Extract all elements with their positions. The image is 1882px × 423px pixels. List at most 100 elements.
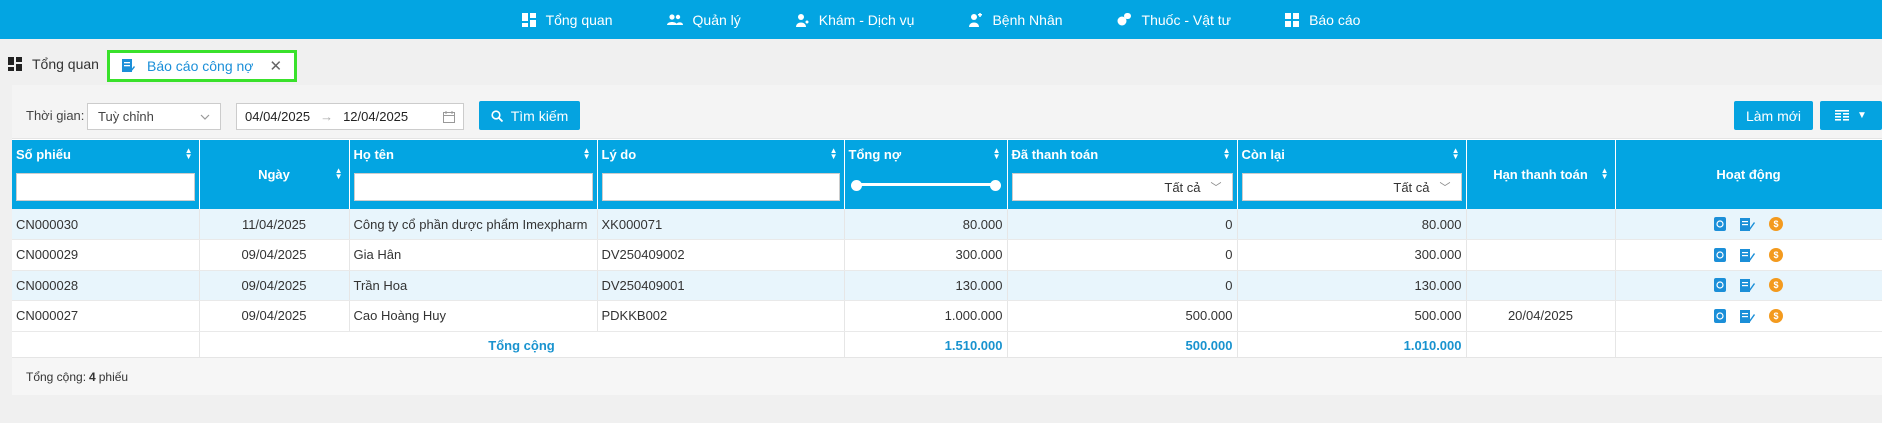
sort-icon[interactable]: ▲ ▼ <box>185 147 193 161</box>
footer-prefix: Tổng cộng: <box>26 369 87 384</box>
nav-label: Báo cáo <box>1309 11 1361 28</box>
header-label: Hoạt động <box>1716 167 1781 182</box>
sort-icon[interactable]: ▲ ▼ <box>1223 147 1231 161</box>
table-body: CN000030 11/04/2025 Công ty cổ phần dược… <box>12 209 1882 360</box>
slider-min-handle[interactable] <box>850 180 862 191</box>
refresh-button[interactable]: Làm mới <box>1734 101 1813 130</box>
tab-debt-report[interactable]: Báo cáo công nợ ✕ <box>107 50 298 82</box>
col-header-reason[interactable]: Lý do ▲ ▼ <box>597 140 845 209</box>
cell-total: 80.000 <box>844 209 1008 240</box>
date-to[interactable]: 12/04/2025 <box>343 109 408 124</box>
col-header-due[interactable]: Hạn thanh toán ▲ ▼ <box>1466 140 1616 209</box>
users-icon <box>666 13 683 25</box>
table-footer: Tổng cộng: 4 phiếu <box>12 357 1882 395</box>
header-label: Lý do <box>601 147 637 162</box>
cell-reason: DV250409002 <box>597 239 845 271</box>
filter-remaining-select[interactable]: Tất cả ﹀ <box>1241 173 1462 201</box>
cell-name: Trần Hoa <box>349 270 598 301</box>
close-icon[interactable]: ✕ <box>269 57 282 75</box>
nav-item-reports[interactable]: Báo cáo <box>1285 12 1360 28</box>
filter-name-input[interactable] <box>353 173 593 201</box>
footer-count: 4 <box>89 369 96 384</box>
col-header-paid[interactable]: Đã thanh toán ▲ ▼ Tất cả ﹀ <box>1007 140 1238 209</box>
dashboard-icon <box>521 12 536 27</box>
cell-remaining: 300.000 <box>1237 239 1467 271</box>
col-header-code[interactable]: Số phiếu ▲ ▼ <box>12 140 200 209</box>
sort-icon[interactable]: ▲ ▼ <box>335 167 343 181</box>
edit-icon[interactable] <box>1740 309 1755 323</box>
header-label: Họ tên <box>353 147 394 162</box>
cell-remaining: 500.000 <box>1237 300 1467 332</box>
tab-bar: Tổng quan Báo cáo công nợ ✕ <box>0 39 1882 85</box>
cell-empty <box>1466 331 1616 360</box>
sort-icon[interactable]: ▲ ▼ <box>583 147 591 161</box>
filter-reason-input[interactable] <box>601 173 840 201</box>
nav-item-dashboard[interactable]: Tổng quan <box>521 11 613 28</box>
payment-icon[interactable]: $ <box>1769 308 1783 323</box>
paid-sum: 500.000 <box>1007 331 1238 360</box>
cell-total: 1.000.000 <box>844 300 1008 332</box>
document-edit-icon <box>122 59 135 72</box>
table-row[interactable]: CN000027 09/04/2025 Cao Hoàng Huy PDKKB0… <box>12 300 1882 332</box>
slider-track <box>854 183 997 186</box>
search-button[interactable]: Tìm kiếm <box>479 101 580 130</box>
nav-item-management[interactable]: Quản lý <box>666 12 741 28</box>
view-icon[interactable] <box>1714 308 1726 323</box>
nav-item-patients[interactable]: Bệnh Nhân <box>968 12 1063 28</box>
cell-reason: PDKKB002 <box>597 300 845 332</box>
columns-icon <box>1835 110 1850 121</box>
date-arrow: → <box>320 109 334 124</box>
filter-toolbar: Thời gian: Tuỳ chỉnh 04/04/2025 → 12/04/… <box>12 85 1882 139</box>
cell-reason: DV250409001 <box>597 270 845 301</box>
date-from[interactable]: 04/04/2025 <box>245 109 310 124</box>
payment-icon[interactable]: $ <box>1769 247 1783 262</box>
edit-icon[interactable] <box>1740 278 1755 293</box>
table-row[interactable]: CN000028 09/04/2025 Trần Hoa DV250409001… <box>12 270 1882 301</box>
table-row[interactable]: CN000030 11/04/2025 Công ty cổ phần dược… <box>12 209 1882 240</box>
chevron-down-icon <box>200 114 210 120</box>
filter-code-input[interactable] <box>16 173 195 201</box>
sort-icon[interactable]: ▲ ▼ <box>830 147 838 161</box>
slider-max-handle[interactable] <box>989 180 1001 191</box>
header-label: Tổng nợ <box>848 147 902 162</box>
sort-icon[interactable]: ▲ ▼ <box>1452 147 1460 161</box>
cell-date: 09/04/2025 <box>199 239 350 271</box>
view-icon[interactable] <box>1714 278 1726 293</box>
cell-empty <box>1615 331 1882 360</box>
pills-icon <box>1117 13 1131 26</box>
col-header-actions: Hoạt động <box>1615 140 1882 209</box>
period-select[interactable]: Tuỳ chỉnh <box>87 103 221 130</box>
col-header-remaining[interactable]: Còn lại ▲ ▼ Tất cả ﹀ <box>1237 140 1467 209</box>
cell-name: Cao Hoàng Huy <box>349 300 598 332</box>
col-header-total[interactable]: Tổng nợ ▲ ▼ <box>844 140 1008 209</box>
nav-label: Tổng quan <box>545 11 613 28</box>
patient-icon <box>969 12 983 27</box>
nav-item-services[interactable]: Khám - Dịch vụ <box>795 12 914 28</box>
tab-dashboard[interactable]: Tổng quan <box>8 50 99 78</box>
edit-icon[interactable] <box>1740 248 1755 262</box>
filter-value: Tất cả <box>1393 179 1430 195</box>
debt-table: Số phiếu ▲ ▼ Ngày ▲ ▼ Họ tên ▲ ▼ Lý do ▲ ▼ <box>12 140 1882 360</box>
view-icon[interactable] <box>1714 247 1726 262</box>
date-range-picker[interactable]: 04/04/2025 → 12/04/2025 <box>236 103 464 130</box>
header-label: Còn lại <box>1241 147 1285 162</box>
edit-icon[interactable] <box>1740 217 1755 231</box>
nav-item-medicine[interactable]: Thuốc - Vật tư <box>1117 12 1231 28</box>
col-header-date[interactable]: Ngày ▲ ▼ <box>199 140 350 209</box>
cell-code: CN000029 <box>12 239 200 271</box>
col-header-name[interactable]: Họ tên ▲ ▼ <box>349 140 598 209</box>
sort-icon[interactable]: ▲ ▼ <box>1601 167 1609 181</box>
sort-icon[interactable]: ▲ ▼ <box>993 147 1001 161</box>
view-icon[interactable] <box>1714 217 1726 231</box>
payment-icon[interactable]: $ <box>1769 278 1783 293</box>
cell-total: 130.000 <box>844 270 1008 301</box>
table-row[interactable]: CN000029 09/04/2025 Gia Hân DV250409002 … <box>12 239 1882 271</box>
cell-remaining: 80.000 <box>1237 209 1467 240</box>
column-toggle-button[interactable]: ▼ <box>1820 101 1882 130</box>
total-range-slider[interactable] <box>850 180 1001 191</box>
filter-paid-select[interactable]: Tất cả ﹀ <box>1011 173 1233 201</box>
cell-paid: 0 <box>1007 239 1238 271</box>
cell-remaining: 130.000 <box>1237 270 1467 301</box>
payment-icon[interactable]: $ <box>1769 217 1783 231</box>
cell-due <box>1466 239 1616 271</box>
